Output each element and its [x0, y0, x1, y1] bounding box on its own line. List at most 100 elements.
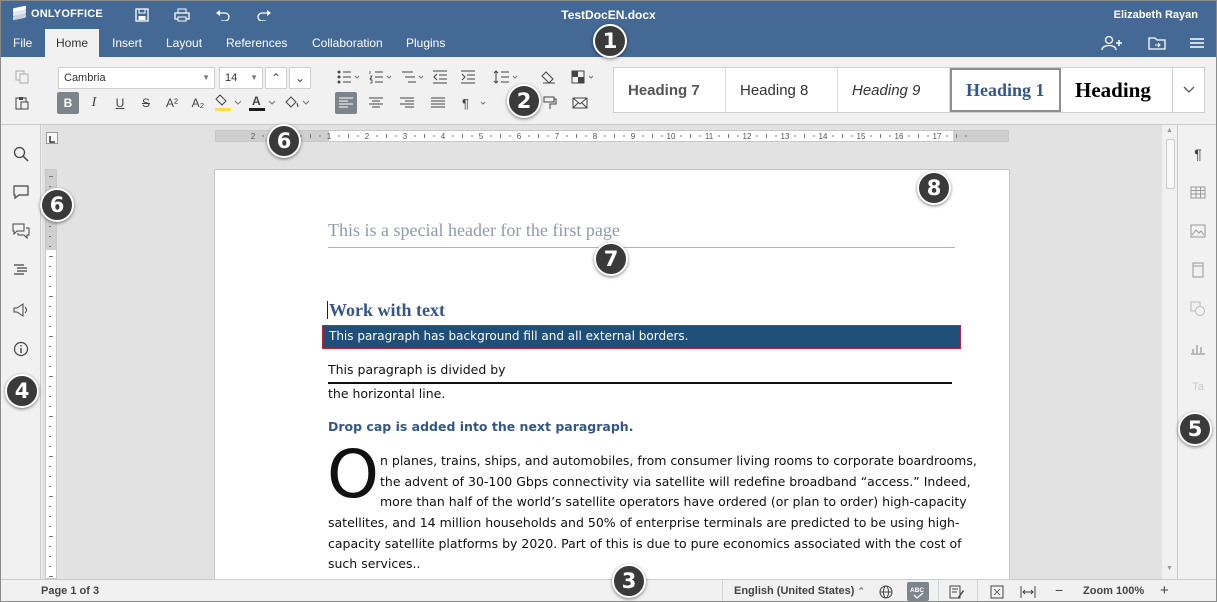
vertical-ruler-tick — [49, 296, 53, 297]
vertical-ruler-tick — [49, 446, 51, 447]
ruler-tick — [851, 135, 853, 137]
dropcap-letter[interactable]: O — [327, 442, 379, 508]
heading-work-with-text[interactable]: Work with text — [329, 300, 445, 321]
style-heading-1[interactable]: Heading 1 — [950, 68, 1061, 112]
divided-paragraph-line2[interactable]: the horizontal line. — [328, 386, 445, 401]
dropcap-title[interactable]: Drop cap is added into the next paragrap… — [328, 419, 633, 434]
chart-settings-icon[interactable] — [1187, 337, 1209, 359]
paste-icon[interactable] — [11, 92, 33, 114]
ruler-tick — [652, 134, 653, 138]
strikethrough-icon[interactable]: S — [135, 92, 157, 114]
vertical-ruler-tick — [49, 486, 51, 487]
vertical-scrollbar[interactable]: ▲ ▼ — [1164, 125, 1177, 579]
fit-page-icon[interactable] — [990, 585, 1004, 601]
filled-paragraph[interactable]: This paragraph has background fill and a… — [322, 325, 961, 349]
style-heading-9[interactable]: Heading 9 — [838, 68, 950, 112]
align-center-icon[interactable] — [365, 92, 387, 114]
textart-settings-icon[interactable]: Ta — [1187, 376, 1209, 398]
bold-icon[interactable]: B — [57, 92, 79, 114]
nonprinting-characters-icon[interactable]: ¶ — [459, 92, 489, 114]
body-line-6[interactable]: such services.. — [328, 556, 420, 571]
increase-indent-icon[interactable] — [457, 66, 479, 88]
page-info[interactable]: Page 1 of 3 — [41, 585, 99, 597]
style-gallery-more-icon[interactable] — [1172, 68, 1204, 112]
tab-stop-selector-icon[interactable] — [46, 132, 58, 144]
table-settings-icon[interactable] — [1187, 181, 1209, 203]
zoom-in-icon[interactable]: + — [1160, 582, 1169, 599]
vertical-ruler[interactable] — [45, 169, 57, 579]
spellcheck-icon[interactable]: ABC — [907, 582, 929, 601]
copy-style-icon[interactable] — [539, 92, 561, 114]
font-name-select[interactable]: Cambria ▼ — [58, 67, 215, 89]
open-location-icon[interactable] — [1148, 34, 1166, 52]
scrollbar-thumb[interactable] — [1166, 139, 1175, 189]
scroll-up-icon[interactable]: ▲ — [1166, 127, 1173, 134]
search-icon[interactable] — [10, 143, 32, 165]
tab-references[interactable]: References — [215, 29, 298, 57]
tab-layout[interactable]: Layout — [155, 29, 213, 57]
tab-file[interactable]: File — [2, 29, 43, 57]
track-changes-icon[interactable] — [949, 585, 965, 601]
header-footer-settings-icon[interactable] — [1187, 259, 1209, 281]
tab-collaboration[interactable]: Collaboration — [301, 29, 394, 57]
font-color-icon[interactable]: A — [247, 92, 277, 114]
increase-font-icon[interactable]: ⌃ — [265, 67, 287, 89]
bullets-icon[interactable] — [335, 66, 363, 88]
horizontal-ruler[interactable]: 211234567891011121314151617 — [215, 130, 1009, 142]
tab-insert[interactable]: Insert — [101, 29, 153, 57]
add-user-icon[interactable] — [1099, 34, 1127, 52]
scroll-down-icon[interactable]: ▼ — [1166, 565, 1173, 572]
paragraph-shading-icon[interactable] — [281, 92, 311, 114]
align-left-icon[interactable] — [335, 92, 357, 114]
zoom-level[interactable]: Zoom 100% — [1083, 585, 1144, 597]
divided-paragraph-line1[interactable]: This paragraph is divided by — [328, 362, 506, 377]
comments-icon[interactable] — [10, 181, 32, 203]
highlight-color-icon[interactable] — [213, 92, 243, 114]
numbering-icon[interactable] — [367, 66, 395, 88]
font-size-select[interactable]: 14 ▼ — [219, 67, 263, 89]
chat-icon[interactable] — [10, 220, 32, 242]
body-line-1[interactable]: n planes, trains, ships, and automobiles… — [380, 453, 977, 468]
fit-width-icon[interactable] — [1020, 585, 1036, 601]
body-line-5[interactable]: capacity satellite platforms by 2020. Pa… — [328, 536, 962, 551]
document-page[interactable]: This is a special header for the first p… — [214, 169, 1010, 579]
navigation-icon[interactable] — [10, 259, 32, 281]
multilevel-list-icon[interactable] — [399, 66, 427, 88]
body-line-2[interactable]: the advent of 30-100 Gbps connectivity v… — [380, 474, 971, 489]
color-scheme-icon[interactable] — [569, 66, 599, 88]
underline-icon[interactable]: U — [109, 92, 131, 114]
document-canvas[interactable]: 211234567891011121314151617 This is a sp… — [42, 125, 1162, 579]
menu-icon[interactable] — [1188, 34, 1206, 52]
decrease-font-icon[interactable]: ⌄ — [289, 67, 311, 89]
mail-merge-icon[interactable] — [569, 92, 591, 114]
tab-plugins[interactable]: Plugins — [395, 29, 456, 57]
user-name[interactable]: Elizabeth Rayan — [1114, 9, 1198, 21]
paragraph-settings-icon[interactable]: ¶ — [1187, 143, 1209, 165]
justify-icon[interactable] — [427, 92, 449, 114]
feedback-icon[interactable] — [10, 299, 32, 321]
tab-home[interactable]: Home — [45, 29, 100, 57]
style-heading[interactable]: Heading — [1061, 68, 1173, 112]
chevron-up-icon: ⌃ — [857, 586, 866, 596]
superscript-icon[interactable]: A² — [161, 92, 183, 114]
italic-icon[interactable]: I — [83, 92, 105, 114]
ruler-number: 11 — [705, 132, 714, 141]
align-right-icon[interactable] — [396, 92, 418, 114]
image-settings-icon[interactable] — [1187, 220, 1209, 242]
decrease-indent-icon[interactable] — [429, 66, 451, 88]
vertical-ruler-tick — [49, 186, 51, 187]
style-heading-7[interactable]: Heading 7 — [614, 68, 726, 112]
body-line-4[interactable]: satellites, and 14 million households an… — [328, 515, 960, 530]
clear-style-icon[interactable] — [537, 66, 559, 88]
subscript-icon[interactable]: A₂ — [187, 92, 209, 114]
about-icon[interactable] — [10, 338, 32, 360]
doc-language-icon[interactable] — [879, 585, 893, 601]
zoom-out-icon[interactable]: − — [1055, 582, 1063, 598]
shape-settings-icon[interactable] — [1187, 298, 1209, 320]
page-header-text[interactable]: This is a special header for the first p… — [328, 220, 620, 241]
style-heading-8[interactable]: Heading 8 — [726, 68, 838, 112]
copy-icon[interactable] — [11, 66, 33, 88]
body-line-3[interactable]: more than half of the world’s satellite … — [380, 494, 967, 509]
vertical-ruler-tick — [49, 236, 51, 237]
language-select[interactable]: English (United States) ⌃ — [734, 585, 865, 597]
